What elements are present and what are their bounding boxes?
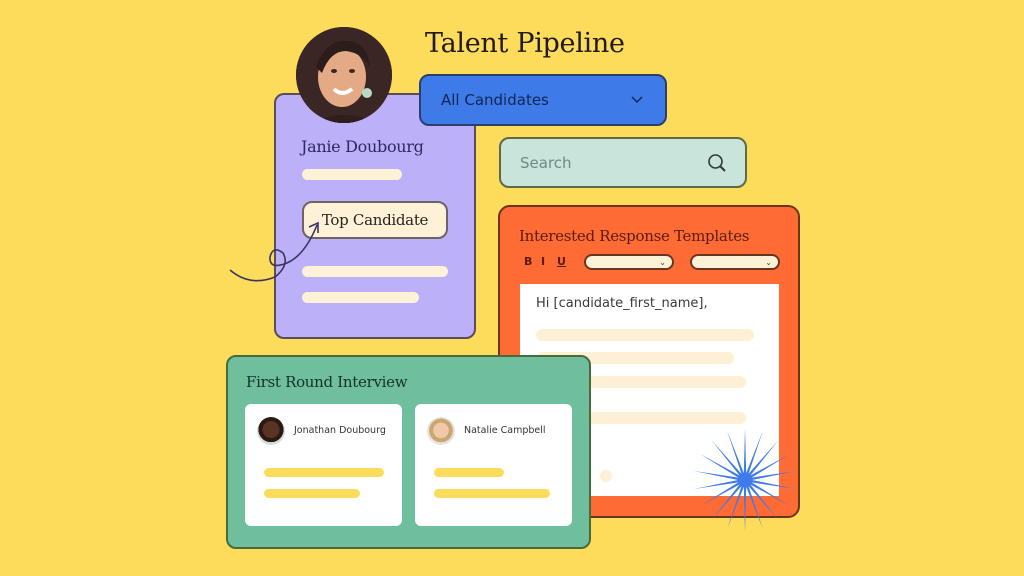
size-select[interactable]: ⌄ — [690, 254, 780, 270]
starburst-icon — [693, 428, 797, 532]
search-icon[interactable] — [707, 153, 727, 173]
swirl-arrow-icon — [229, 221, 319, 282]
chevron-down-icon — [631, 96, 643, 104]
candidate-card[interactable]: Natalie Campbell — [415, 404, 572, 526]
placeholder-line — [600, 470, 612, 482]
templates-title: Interested Response Templates — [519, 227, 750, 245]
italic-button[interactable]: I — [541, 255, 545, 268]
candidate-card[interactable]: Jonathan Doubourg — [245, 404, 402, 526]
starburst-rays — [693, 428, 797, 532]
page-title: Talent Pipeline — [425, 28, 625, 59]
search-placeholder: Search — [520, 153, 572, 172]
placeholder-line — [434, 489, 550, 498]
placeholder-line — [264, 489, 360, 498]
candidate-name: Natalie Campbell — [464, 425, 546, 436]
chevron-down-icon: ⌄ — [765, 257, 772, 267]
candidate-avatar — [257, 417, 285, 445]
underline-button[interactable]: U — [557, 255, 566, 268]
chevron-down-icon: ⌄ — [659, 257, 666, 267]
candidate-name: Jonathan Doubourg — [294, 425, 386, 436]
placeholder-line — [264, 468, 384, 477]
candidate-name: Janie Doubourg — [301, 137, 424, 156]
candidate-filter-dropdown[interactable]: All Candidates — [419, 74, 667, 126]
bold-button[interactable]: B — [524, 255, 532, 268]
candidate-avatar — [427, 417, 455, 445]
placeholder-line — [434, 468, 504, 477]
search-input[interactable]: Search — [499, 137, 747, 188]
placeholder-line — [302, 169, 402, 180]
editor-greeting: Hi [candidate_first_name], — [536, 296, 708, 311]
dropdown-selected-value: All Candidates — [441, 91, 549, 109]
placeholder-line — [302, 292, 419, 303]
font-select[interactable]: ⌄ — [584, 254, 674, 270]
first-round-interview-panel: First Round Interview Jonathan Doubourg … — [226, 355, 591, 549]
candidate-avatar — [296, 27, 392, 123]
placeholder-line — [536, 329, 754, 341]
interview-title: First Round Interview — [246, 373, 408, 391]
